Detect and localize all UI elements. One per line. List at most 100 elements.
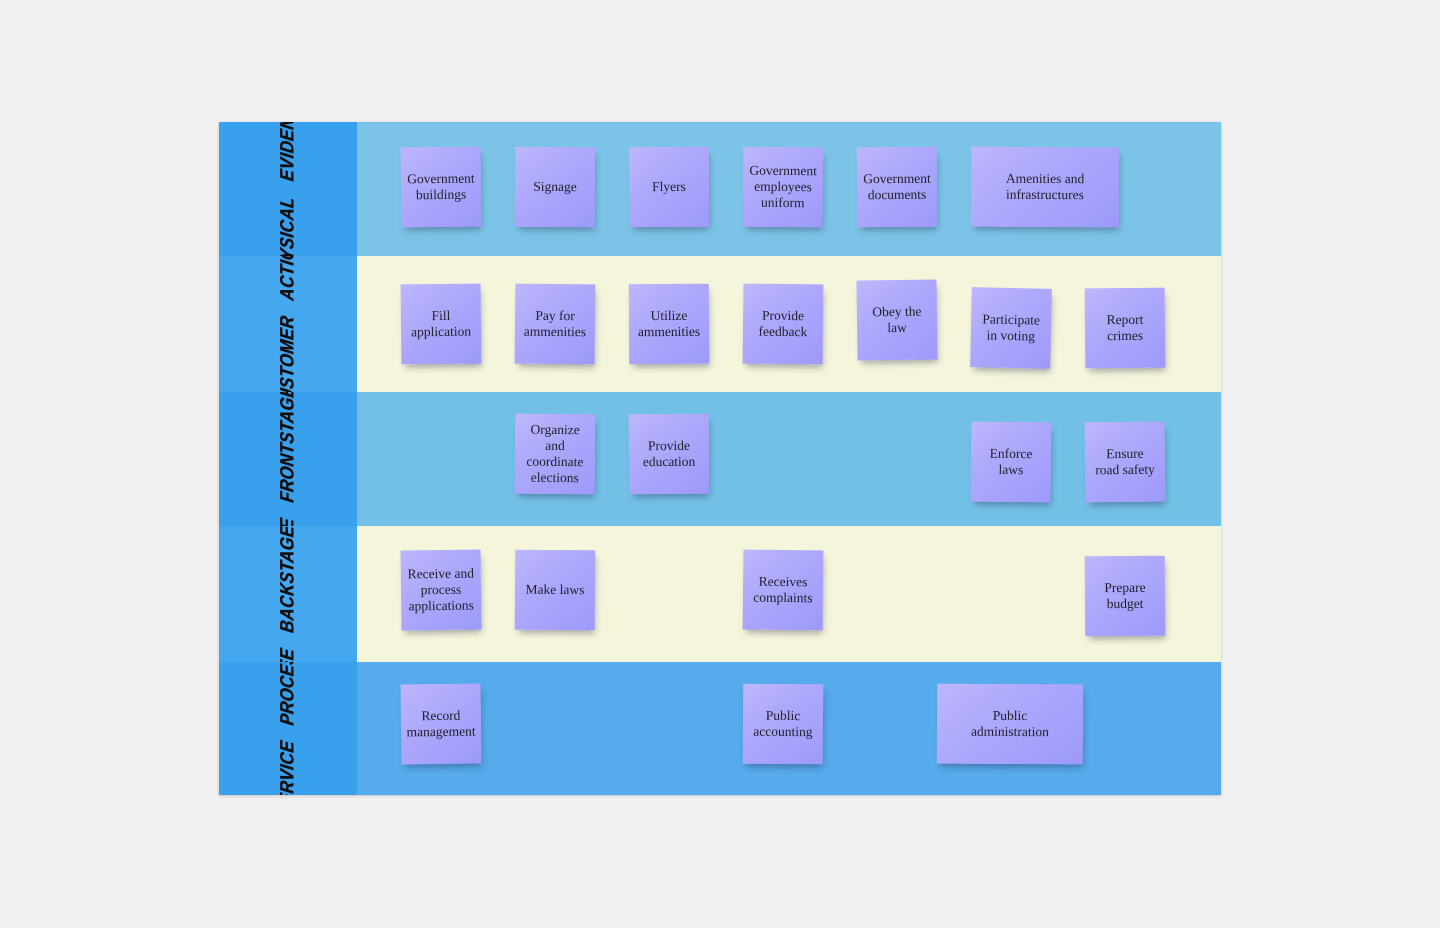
sticky-note[interactable]: Fill application xyxy=(400,283,482,365)
sticky-note-line: Government xyxy=(407,170,475,187)
sticky-note[interactable]: Enforce laws xyxy=(970,421,1052,503)
sticky-note-text: Amenities and infrastructures xyxy=(1005,170,1085,203)
sticky-note-line: Public xyxy=(765,707,801,724)
sticky-note-line: laws xyxy=(998,461,1024,478)
sticky-note-text: Obey the law xyxy=(872,304,922,337)
sticky-note[interactable]: Report crimes xyxy=(1084,287,1166,369)
sticky-note-line: Amenities and xyxy=(1005,170,1085,187)
sticky-note-text: Government employees uniform xyxy=(749,163,817,211)
sticky-note[interactable]: Obey the law xyxy=(856,279,938,361)
sticky-note[interactable]: Receive and process applications xyxy=(400,549,482,631)
sticky-note-line: Prepare xyxy=(1104,579,1146,596)
row-label-physical-evidence: PHYSICAL EVIDENCE xyxy=(219,122,357,256)
sticky-note-text: Government documents xyxy=(863,171,931,203)
sticky-note-text: Organize and coordinate elections xyxy=(526,422,584,486)
row-label-word: FRONTSTAGE xyxy=(276,392,299,505)
sticky-note-line: management xyxy=(406,723,476,740)
sticky-note-line: law xyxy=(887,319,907,336)
row-label-word: EMPLOYEE xyxy=(277,647,299,662)
sticky-note-line: Ensure xyxy=(1106,445,1144,462)
row-lane-customer-action: Fill application Pay for ammenities Utilize a… xyxy=(357,256,1221,392)
row-label-text: CUSTOMER ACTION xyxy=(276,256,299,392)
sticky-note-line: coordinate xyxy=(526,453,584,470)
sticky-note-line: application xyxy=(411,323,472,340)
row-label-word: PHYSICAL xyxy=(276,195,299,256)
sticky-note-text: Pay for ammenities xyxy=(524,308,587,340)
sticky-note[interactable]: Public accounting xyxy=(742,683,824,765)
sticky-note-text: Record management xyxy=(406,707,476,741)
row-lane-physical-evidence: Government buildings Signage Flyers Governme… xyxy=(357,122,1221,256)
sticky-note[interactable]: Prepare budget xyxy=(1084,555,1166,637)
row-label-text: EMPLOYEEBACKSTAGEACTION xyxy=(276,526,299,662)
sticky-note-line: employees xyxy=(754,178,812,195)
sticky-note[interactable]: Signage xyxy=(514,146,596,228)
row-label-word: SERVICE xyxy=(276,739,299,795)
sticky-note-line: road safety xyxy=(1095,461,1155,478)
sticky-note-line: Provide xyxy=(762,307,805,324)
row-label-word: BACKSTAGE xyxy=(276,526,299,635)
sticky-note[interactable]: Organize and coordinate elections xyxy=(514,413,596,495)
sticky-note-line: Provide xyxy=(647,437,690,454)
sticky-note-line: crimes xyxy=(1107,327,1144,344)
sticky-note-line: budget xyxy=(1106,595,1144,612)
sticky-note-line: education xyxy=(642,453,696,470)
sticky-note[interactable]: Ensure road safety xyxy=(1084,421,1166,503)
sticky-note[interactable]: Provide feedback xyxy=(742,283,824,365)
sticky-note[interactable]: Government documents xyxy=(856,146,938,228)
row-label-word: CUSTOMER xyxy=(276,314,299,392)
sticky-note[interactable]: Record management xyxy=(400,683,482,765)
sticky-note-line: process xyxy=(420,581,462,598)
sticky-note[interactable]: Pay for ammenities xyxy=(514,283,596,365)
row-label-word: PROCESS xyxy=(276,662,299,727)
blueprint-row-employee-frontstage-action: EMPLOYEEFRONTSTAGEACTION Organizeandcoord… xyxy=(219,392,1221,526)
sticky-note-line: ammenities xyxy=(637,323,701,340)
sticky-note-line: Fill xyxy=(431,307,451,324)
sticky-note-text: Utilize ammenities xyxy=(638,308,700,340)
sticky-note-line: accounting xyxy=(753,723,813,740)
row-label-text: PHYSICAL EVIDENCE xyxy=(276,122,299,256)
sticky-note[interactable]: Government buildings xyxy=(400,146,482,228)
sticky-note[interactable]: Utilize ammenities xyxy=(628,283,710,365)
row-label-word: ACTION xyxy=(276,256,299,302)
sticky-note-text: Ensure road safety xyxy=(1095,446,1155,478)
blueprint-row-customer-action: CUSTOMER ACTION Fill application Pay for amme… xyxy=(219,256,1221,392)
sticky-note-line: uniform xyxy=(761,194,805,211)
row-label-employee-frontstage-action: EMPLOYEEFRONTSTAGEACTION xyxy=(219,392,357,526)
sticky-note-line: Receives xyxy=(758,573,808,590)
sticky-note[interactable]: Amenities and infrastructures xyxy=(970,146,1120,228)
blueprint-row-service-process: SERVICE PROCESS Record management Public acco… xyxy=(219,662,1221,795)
service-blueprint-board: PHYSICAL EVIDENCE Government buildings Signa… xyxy=(219,122,1221,795)
sticky-note-line: Utilize xyxy=(650,307,688,324)
sticky-note-line: Record xyxy=(421,707,461,724)
sticky-note-line: administration xyxy=(970,723,1049,740)
sticky-note-line: Organize xyxy=(530,421,580,438)
sticky-note-line: complaints xyxy=(753,589,813,606)
sticky-note-text: Flyers xyxy=(652,179,686,195)
sticky-note-text: Public administration xyxy=(971,708,1049,740)
sticky-note-line: infrastructures xyxy=(1005,186,1084,203)
sticky-note[interactable]: Participate in voting xyxy=(970,287,1052,369)
sticky-note-line: Receive and xyxy=(407,565,475,582)
sticky-note-line: documents xyxy=(867,186,927,203)
sticky-note-line: Obey the xyxy=(872,303,922,320)
sticky-note-line: applications xyxy=(408,597,474,614)
sticky-note-text: Provide feedback xyxy=(758,308,807,340)
sticky-note-text: Receive and process applications xyxy=(408,566,475,615)
sticky-note-line: and xyxy=(545,437,565,454)
sticky-note-line: Public xyxy=(992,707,1028,724)
sticky-note-text: Government buildings xyxy=(407,171,475,204)
sticky-note-line: Report xyxy=(1106,311,1144,328)
blueprint-row-employee-backstage-action: EMPLOYEEBACKSTAGEACTIONReceive andproces… xyxy=(219,526,1221,662)
sticky-note[interactable]: Provide education xyxy=(628,413,710,495)
sticky-note[interactable]: Flyers xyxy=(628,146,710,228)
sticky-note[interactable]: Receives complaints xyxy=(742,549,824,631)
sticky-note-line: feedback xyxy=(758,323,808,340)
sticky-note-line: elections xyxy=(530,469,579,486)
sticky-note-text: Enforce laws xyxy=(989,446,1033,478)
sticky-note-text: Participate in voting xyxy=(982,311,1040,344)
sticky-note-text: Receives complaints xyxy=(753,574,813,606)
sticky-note[interactable]: Make laws xyxy=(514,549,596,631)
sticky-note[interactable]: Public administration xyxy=(936,683,1084,765)
sticky-note-line: ammenities xyxy=(523,323,587,340)
sticky-note[interactable]: Government employees uniform xyxy=(742,146,824,228)
